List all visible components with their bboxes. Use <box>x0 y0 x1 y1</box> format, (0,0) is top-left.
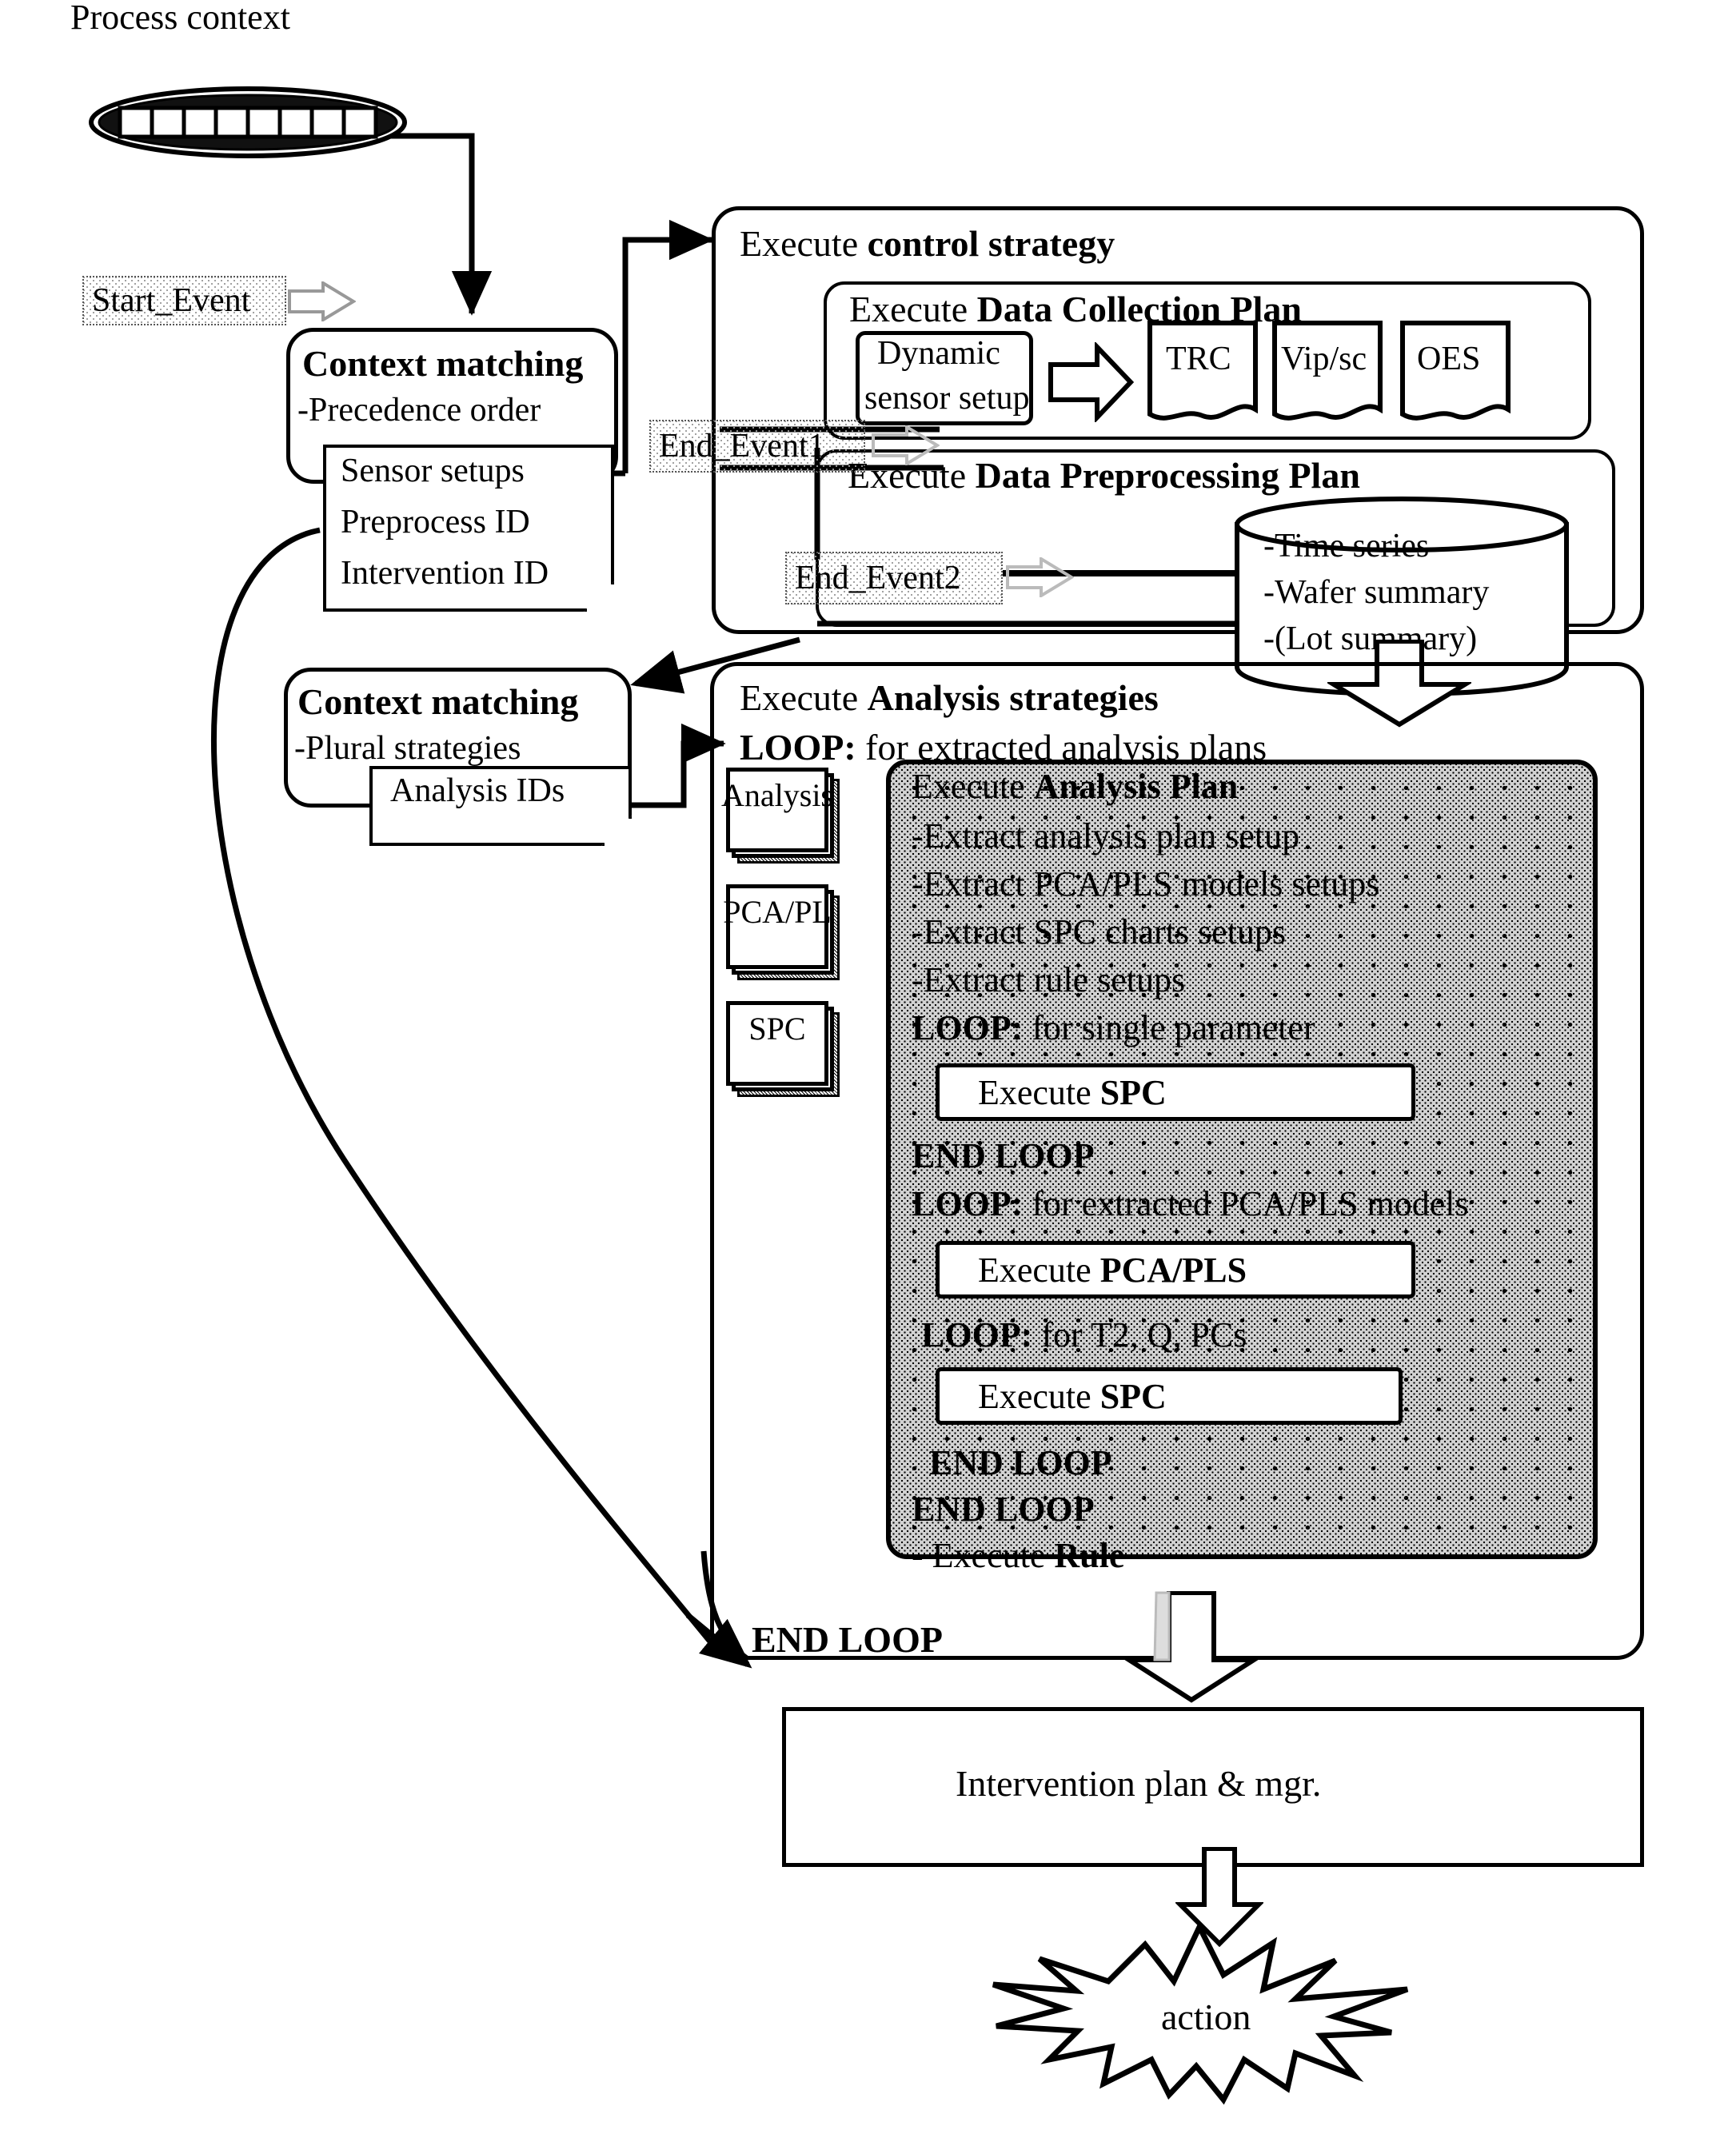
end-event-1-arrow-icon <box>872 425 940 465</box>
exec-pca-prefix: Execute <box>978 1250 1100 1290</box>
context-matching-1-bullet: -Precedence order <box>297 392 541 429</box>
start-event-arrow-icon <box>288 281 356 321</box>
execute-analysis-strategies-title: Execute Analysis strategies <box>740 680 1159 716</box>
context-matching-2-note: Analysis IDs <box>369 766 632 846</box>
diagram-canvas: Process context Start_Event Context matc <box>0 0 1736 2150</box>
inner-end-loop-2: END LOOP <box>929 1443 1112 1482</box>
eas-bold: Analysis strategies <box>867 677 1159 718</box>
end-event-1-label: End_Event1 <box>659 428 825 465</box>
context-matching-2-bullet: -Plural strategies <box>294 730 521 767</box>
stack-icon-spc: SPC <box>726 1001 840 1097</box>
stack-front: SPC <box>726 1001 828 1086</box>
output-label-oes: OES <box>1417 341 1481 377</box>
end-event-2-arrow-icon <box>1006 557 1074 597</box>
loop3-rest: for T2, Q, PCs <box>1032 1315 1247 1354</box>
exec-spc-1-text: Execute SPC <box>940 1072 1167 1113</box>
loop1-bold: LOOP: <box>912 1008 1024 1047</box>
action-label: action <box>1161 1996 1251 2037</box>
exec-spc-1-bold: SPC <box>1099 1072 1167 1112</box>
ecs-prefix: Execute <box>740 223 868 264</box>
context-matching-2-title: Context matching <box>297 681 579 722</box>
inner-end-loop-1: END LOOP <box>912 1136 1095 1175</box>
start-event-tag: Start_Event <box>82 276 286 325</box>
exec-spc-2-text: Execute SPC <box>940 1376 1167 1417</box>
inner-end-loop-3: END LOOP <box>912 1490 1095 1529</box>
dpp-bold: Data Preprocessing Plan <box>975 455 1360 496</box>
end-event-1-tag: End_Event1 <box>649 420 865 473</box>
inner-loop-3-header: LOOP: for T2, Q, PCs <box>921 1318 1247 1353</box>
exec-spc-2-prefix: Execute <box>978 1376 1100 1416</box>
context-matching-1-title: Context matching <box>302 343 584 384</box>
exec-pca-bold: PCA/PLS <box>1099 1250 1247 1290</box>
execute-analysis-plan-title: Execute Analysis Plan <box>912 769 1238 804</box>
inner-loop-1-header: LOOP: for single parameter <box>912 1011 1315 1046</box>
exec-rule-bold: Rule <box>1054 1536 1125 1575</box>
execute-spc-bar-2: Execute SPC <box>936 1367 1403 1425</box>
plan-bullet-4: -Extract rule setups <box>912 960 1186 999</box>
eap-bold: Analysis Plan <box>1033 767 1239 806</box>
ecs-bold: control strategy <box>867 223 1115 264</box>
db-line-1: -Time series <box>1263 528 1430 564</box>
plan-bullet-2: -Extract PCA/PLS models setups <box>912 864 1380 903</box>
loop2-rest: for extracted PCA/PLS models <box>1023 1184 1469 1223</box>
stack-front: Analysis <box>721 768 833 852</box>
dynamic-sensor-setup-box: Dynamic sensor setup <box>856 331 1033 425</box>
plan-bullet-1: -Extract analysis plan setup <box>912 816 1300 856</box>
loop1-rest: for single parameter <box>1023 1008 1315 1047</box>
eap-prefix: Execute <box>912 767 1034 806</box>
loop-header-bold: LOOP: <box>740 727 856 768</box>
process-context-label: Process context <box>70 0 290 37</box>
exec-rule-prefix: - Execute <box>912 1536 1055 1575</box>
note2-line-1: Analysis IDs <box>390 772 565 809</box>
start-event-label: Start_Event <box>92 282 251 319</box>
dss-line-2: sensor setup <box>864 380 1030 417</box>
context-matching-1-note: Sensor setups Preprocess ID Intervention… <box>323 445 614 612</box>
execute-pca-pls-bar: Execute PCA/PLS <box>936 1241 1415 1298</box>
collection-flow-arrow-icon <box>1048 342 1134 422</box>
dcp-prefix: Execute <box>849 289 977 329</box>
end-event-2-label: End_Event2 <box>795 560 961 596</box>
stack-icon-pca: PCA/PL <box>723 884 840 980</box>
end-event-2-tag: End_Event2 <box>785 552 1003 604</box>
outer-end-loop-label: END LOOP <box>752 1619 943 1660</box>
output-label-vipsc: Vip/sc <box>1281 341 1367 377</box>
inner-loop-2-header: LOOP: for extracted PCA/PLS models <box>912 1187 1469 1222</box>
analysis-to-intervention-arrow-icon <box>1120 1591 1263 1703</box>
stack-front: PCA/PL <box>723 884 832 969</box>
stack-label-analysis: Analysis <box>721 777 833 813</box>
exec-spc-2-bold: SPC <box>1099 1376 1167 1416</box>
eas-prefix: Execute <box>740 677 868 718</box>
exec-pca-text: Execute PCA/PLS <box>940 1250 1247 1290</box>
dss-line-1: Dynamic <box>877 335 1000 372</box>
loop2-bold: LOOP: <box>912 1184 1024 1223</box>
process-context-store <box>89 86 407 158</box>
stack-label-pca: PCA/PL <box>723 894 832 930</box>
db-line-2: -Wafer summary <box>1263 574 1490 611</box>
note1-line-2: Preprocess ID <box>341 504 530 540</box>
stack-label-spc: SPC <box>748 1011 806 1047</box>
exec-spc-1-prefix: Execute <box>978 1072 1100 1112</box>
execute-control-strategy-title: Execute control strategy <box>740 225 1115 262</box>
stack-icon-analysis: Analysis <box>721 768 840 864</box>
note1-line-1: Sensor setups <box>341 453 525 489</box>
output-label-trc: TRC <box>1166 341 1231 377</box>
execute-rule-line: - Execute Rule <box>912 1538 1124 1574</box>
execute-spc-bar-1: Execute SPC <box>936 1063 1415 1121</box>
intervention-plan-label: Intervention plan & mgr. <box>956 1763 1322 1804</box>
loop3-bold: LOOP: <box>921 1315 1033 1354</box>
plan-bullet-3: -Extract SPC charts setups <box>912 912 1287 951</box>
note1-line-3: Intervention ID <box>341 555 549 592</box>
